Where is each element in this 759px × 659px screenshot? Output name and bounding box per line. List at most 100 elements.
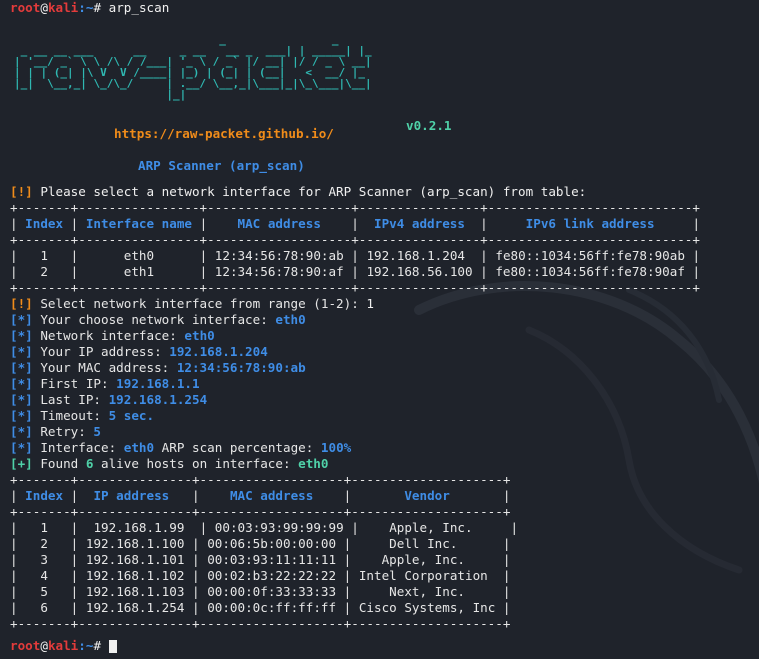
raw-packet-ascii-logo: _ _ _ __ __ ___ __ _ __ __ _ ___| | ____… [14, 33, 452, 133]
cell-index: 4 [40, 568, 48, 583]
col-header-vendor: Vendor [404, 488, 450, 503]
col-header-ipv4-address: IPv4 address [373, 216, 465, 231]
log-text: Last IP: [32, 392, 109, 407]
table-border: +-------+---------------+---------------… [10, 616, 511, 631]
scan-percentage-line: [*] Interface: eth0 ARP scan percentage:… [10, 440, 755, 456]
log-value: eth0 [275, 312, 306, 327]
cell-mac: 00:00:0c:ff:ff:ff [207, 600, 337, 615]
log-text: Found [32, 456, 86, 471]
log-value: eth0 [298, 456, 329, 471]
col-header-ip-address: IP address [93, 488, 170, 503]
cell-ip: 192.168.1.100 [85, 536, 185, 551]
cell-interface: eth0 [123, 248, 155, 263]
table-row: | 1 | 192.168.1.99 | 00:03:93:99:99:99 |… [10, 520, 519, 535]
log-value: 1 [366, 296, 374, 311]
col-header-index: Index [25, 488, 64, 503]
log-text: First IP: [32, 376, 117, 391]
log-text: Your choose network interface: [32, 312, 276, 327]
log-text: Your IP address: [32, 344, 170, 359]
table-border: +-------+----------------+--------------… [10, 232, 700, 247]
table-row: | 3 | 192.168.1.101 | 00:03:93:11:11:11 … [10, 552, 511, 567]
prompt-host: kali [47, 638, 79, 653]
table-row: | 6 | 192.168.1.254 | 00:00:0c:ff:ff:ff … [10, 600, 511, 615]
log-line: [*] Timeout: 5 sec. [10, 408, 755, 424]
cell-mac: 00:02:b3:22:22:22 [207, 568, 337, 583]
cell-mac: 00:06:5b:00:00:00 [207, 536, 337, 551]
prompt-user: root [10, 0, 41, 15]
log-text: Interface: [32, 440, 124, 455]
tool-title: ARP Scanner (arp_scan) [138, 158, 305, 173]
log-text: Your MAC address: [32, 360, 177, 375]
log-line: [*] Network interface: eth0 [10, 328, 755, 344]
col-header-index: Index [25, 216, 64, 231]
select-prompt-line: [!] Please select a network interface fo… [10, 184, 755, 200]
log-line: [*] Last IP: 192.168.1.254 [10, 392, 755, 408]
cell-index: 1 [40, 520, 48, 535]
prompt-at: @ [40, 0, 48, 15]
col-header-mac-address: MAC address [237, 216, 321, 231]
warn-tag: [!] [10, 296, 33, 311]
cell-vendor: Apple, Inc. [381, 552, 465, 567]
log-line: [*] Your choose network interface: eth0 [10, 312, 755, 328]
cell-index: 6 [40, 600, 48, 615]
cell-mac: 12:34:56:78:90:af [214, 264, 344, 279]
prompt-host: kali [47, 0, 79, 15]
cell-index: 2 [40, 264, 48, 279]
info-tag: [*] [10, 376, 33, 391]
cell-ipv4: 192.168.56.100 [366, 264, 473, 279]
table-row: | 1 | eth0 | 12:34:56:78:90:ab | 192.168… [10, 248, 701, 263]
cell-ipv6: fe80::1034:56ff:fe78:90af [495, 264, 685, 279]
log-text: Retry: [32, 424, 94, 439]
log-value: 192.168.1.254 [108, 392, 208, 407]
info-tag: [*] [10, 328, 33, 343]
table-border: +-------+---------------+---------------… [10, 504, 511, 519]
table-border: +-------+----------------+--------------… [10, 280, 700, 295]
log-line: [*] First IP: 192.168.1.1 [10, 376, 755, 392]
table-row: | 2 | eth1 | 12:34:56:78:90:af | 192.168… [10, 264, 701, 279]
col-header-interface-name: Interface name [85, 216, 192, 231]
scan-percentage-value: 100% [320, 440, 352, 455]
found-hosts-line: [+] Found 6 alive hosts on interface: et… [10, 456, 755, 472]
info-tag: [*] [10, 408, 33, 423]
cell-ipv6: fe80::1034:56ff:fe78:90ab [495, 248, 685, 263]
info-tag: [*] [10, 344, 33, 359]
log-value: eth0 [123, 440, 155, 455]
host-table-header: | Index | IP address | MAC address | Ven… [10, 488, 511, 503]
info-tag: [*] [10, 424, 33, 439]
cell-vendor: Next, Inc. [389, 584, 465, 599]
command-line: root@kali:~# arp_scan [10, 0, 755, 16]
cell-mac: 00:03:93:11:11:11 [207, 552, 337, 567]
cell-index: 5 [40, 584, 48, 599]
cell-index: 2 [40, 536, 48, 551]
terminal-window[interactable]: root@kali:~# arp_scan _ _ _ __ __ ___ __… [10, 0, 755, 654]
text-cursor[interactable] [108, 640, 117, 653]
log-line: [*] Your IP address: 192.168.1.204 [10, 344, 755, 360]
log-text: Network interface: [32, 328, 185, 343]
prompt-symbol: # [93, 638, 109, 653]
log-line: [!] Select network interface from range … [10, 296, 755, 312]
table-row: | 5 | 192.168.1.103 | 00:00:0f:33:33:33 … [10, 584, 511, 599]
table-border: +-------+---------------+---------------… [10, 472, 511, 487]
log-text: Timeout: [32, 408, 109, 423]
cell-ip: 192.168.1.99 [93, 520, 185, 535]
cell-ipv4: 192.168.1.204 [366, 248, 466, 263]
log-text: Select network interface from range (1-2… [32, 296, 367, 311]
version-label: v0.2.1 [406, 118, 452, 133]
info-tag: [*] [10, 392, 33, 407]
active-prompt-line[interactable]: root@kali:~# [10, 638, 755, 654]
log-text: alive hosts on interface: [93, 456, 299, 471]
info-tag: [*] [10, 360, 33, 375]
select-prompt-text: Please select a network interface for AR… [32, 184, 587, 199]
prompt-path: :~ [78, 0, 94, 15]
prompt-at: @ [40, 638, 48, 653]
cell-mac: 00:03:93:99:99:99 [214, 520, 344, 535]
cell-ip: 192.168.1.101 [85, 552, 185, 567]
log-value: 192.168.1.204 [169, 344, 268, 359]
cell-mac: 00:00:0f:33:33:33 [207, 584, 337, 599]
cell-mac: 12:34:56:78:90:ab [214, 248, 344, 263]
command-text: arp_scan [108, 0, 170, 15]
cell-ip: 192.168.1.102 [85, 568, 185, 583]
cell-index: 3 [40, 552, 48, 567]
col-header-mac-address: MAC address [229, 488, 314, 503]
prompt-user: root [10, 638, 41, 653]
